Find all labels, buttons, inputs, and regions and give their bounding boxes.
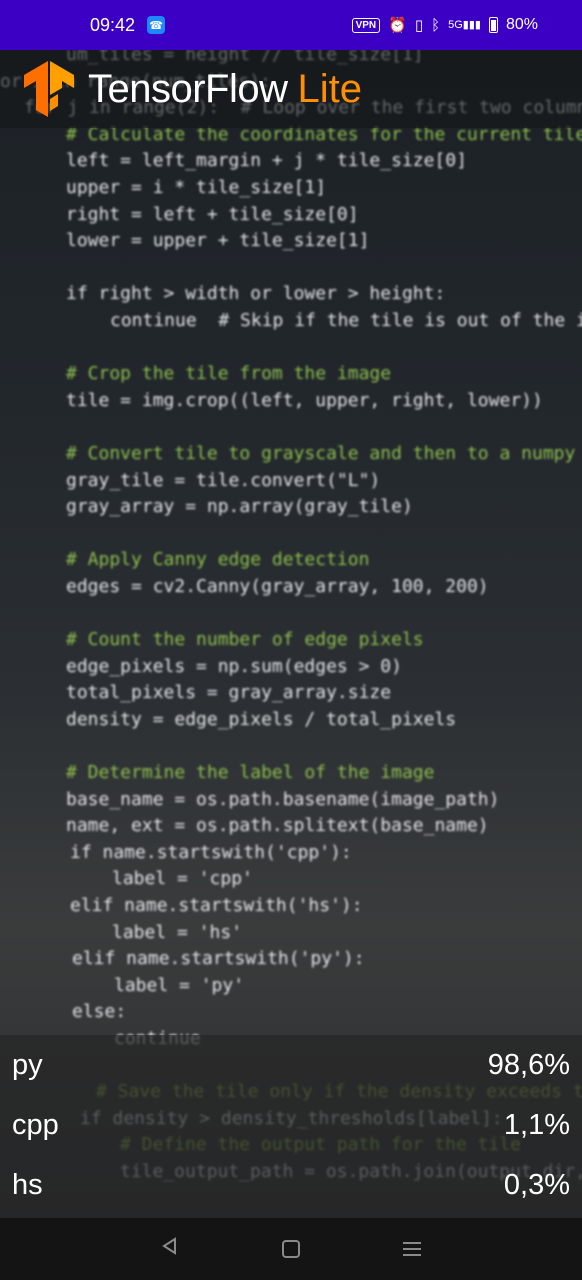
- tensorflow-logo-icon: [24, 61, 74, 117]
- navigation-bar: [0, 1218, 582, 1280]
- phone-call-icon: ☎: [147, 16, 166, 34]
- captured-code-text: um_tiles = height // tile_size[1]or i in…: [0, 50, 582, 1186]
- back-triangle-icon: [162, 1237, 177, 1255]
- network-type: 5G: [448, 18, 463, 31]
- code-line: # Count the number of edge pixels: [66, 629, 424, 651]
- app-header: TensorFlow Lite: [0, 50, 582, 128]
- code-line: label = 'py': [114, 974, 245, 996]
- code-line: # Determine the label of the image: [66, 762, 435, 784]
- code-line: if name.startswith('cpp'):: [70, 841, 352, 863]
- home-button[interactable]: [271, 1240, 311, 1258]
- code-line: label = 'hs': [112, 921, 243, 943]
- status-bar: 09:42 ☎ VPN ⏰ ▯ ᛒ 5G▮▮▮ 80%: [0, 0, 582, 50]
- result-label: cpp: [12, 1108, 59, 1141]
- recents-button[interactable]: [392, 1238, 432, 1260]
- code-line: if right > width or lower > height:: [66, 283, 446, 305]
- code-line: left = left_margin + j * tile_size[0]: [66, 150, 467, 172]
- status-time: 09:42: [90, 14, 136, 35]
- result-label: hs: [12, 1168, 43, 1201]
- code-line: # Convert tile to grayscale and then to …: [66, 442, 576, 464]
- code-line: lower = upper + tile_size[1]: [66, 230, 370, 252]
- code-line: gray_tile = tile.convert("L"): [66, 469, 381, 491]
- code-line: # Crop the tile from the image: [66, 363, 392, 385]
- results-panel: py 98,6% cpp 1,1% hs 0,3%: [0, 1035, 582, 1218]
- code-line: else:: [72, 1001, 127, 1023]
- recents-menu-icon: [402, 1242, 421, 1256]
- result-score: 98,6%: [487, 1048, 570, 1081]
- brand-lite: Lite: [297, 66, 363, 111]
- code-line: elif name.startswith('hs'):: [70, 895, 363, 916]
- code-line: # Apply Canny edge detection: [66, 549, 370, 571]
- code-line: total_pixels = gray_array.size: [66, 682, 392, 704]
- home-square-icon: [281, 1240, 300, 1258]
- battery-icon: [488, 17, 498, 33]
- code-line: edge_pixels = np.sum(edges > 0): [66, 655, 402, 677]
- bluetooth-icon: ᛒ: [431, 16, 441, 34]
- code-line: elif name.startswith('py'):: [72, 948, 365, 970]
- vibrate-icon: ▯: [414, 16, 424, 34]
- result-score: 0,3%: [503, 1168, 570, 1201]
- status-right: VPN ⏰ ▯ ᛒ 5G▮▮▮ 80%: [351, 16, 538, 34]
- result-label: py: [12, 1048, 43, 1081]
- code-line: tile = img.crop((left, upper, right, low…: [66, 389, 543, 411]
- result-score: 1,1%: [503, 1108, 570, 1141]
- result-row: cpp 1,1%: [12, 1095, 570, 1155]
- brand-tensorflow: TensorFlow: [88, 66, 288, 111]
- result-row: py 98,6%: [12, 1035, 570, 1095]
- status-left: 09:42 ☎: [90, 14, 166, 36]
- back-button[interactable]: [150, 1236, 190, 1262]
- vpn-badge: VPN: [351, 17, 381, 33]
- code-line: name, ext = os.path.splitext(base_name): [66, 815, 489, 837]
- battery-percent: 80%: [505, 16, 538, 33]
- alarm-icon: ⏰: [388, 16, 407, 34]
- code-line: label = 'cpp': [112, 868, 253, 890]
- code-line: edges = cv2.Canny(gray_array, 100, 200): [66, 575, 489, 597]
- code-line: gray_array = np.array(gray_tile): [66, 496, 413, 518]
- code-line: continue # Skip if the tile is out of th…: [110, 309, 582, 331]
- code-line: density = edge_pixels / total_pixels: [66, 708, 457, 730]
- code-line: upper = i * tile_size[1]: [66, 176, 327, 198]
- code-line: base_name = os.path.basename(image_path): [66, 788, 500, 810]
- code-line: right = left + tile_size[0]: [66, 203, 359, 225]
- signal-icon: 5G▮▮▮: [448, 18, 481, 31]
- result-row: hs 0,3%: [12, 1155, 570, 1215]
